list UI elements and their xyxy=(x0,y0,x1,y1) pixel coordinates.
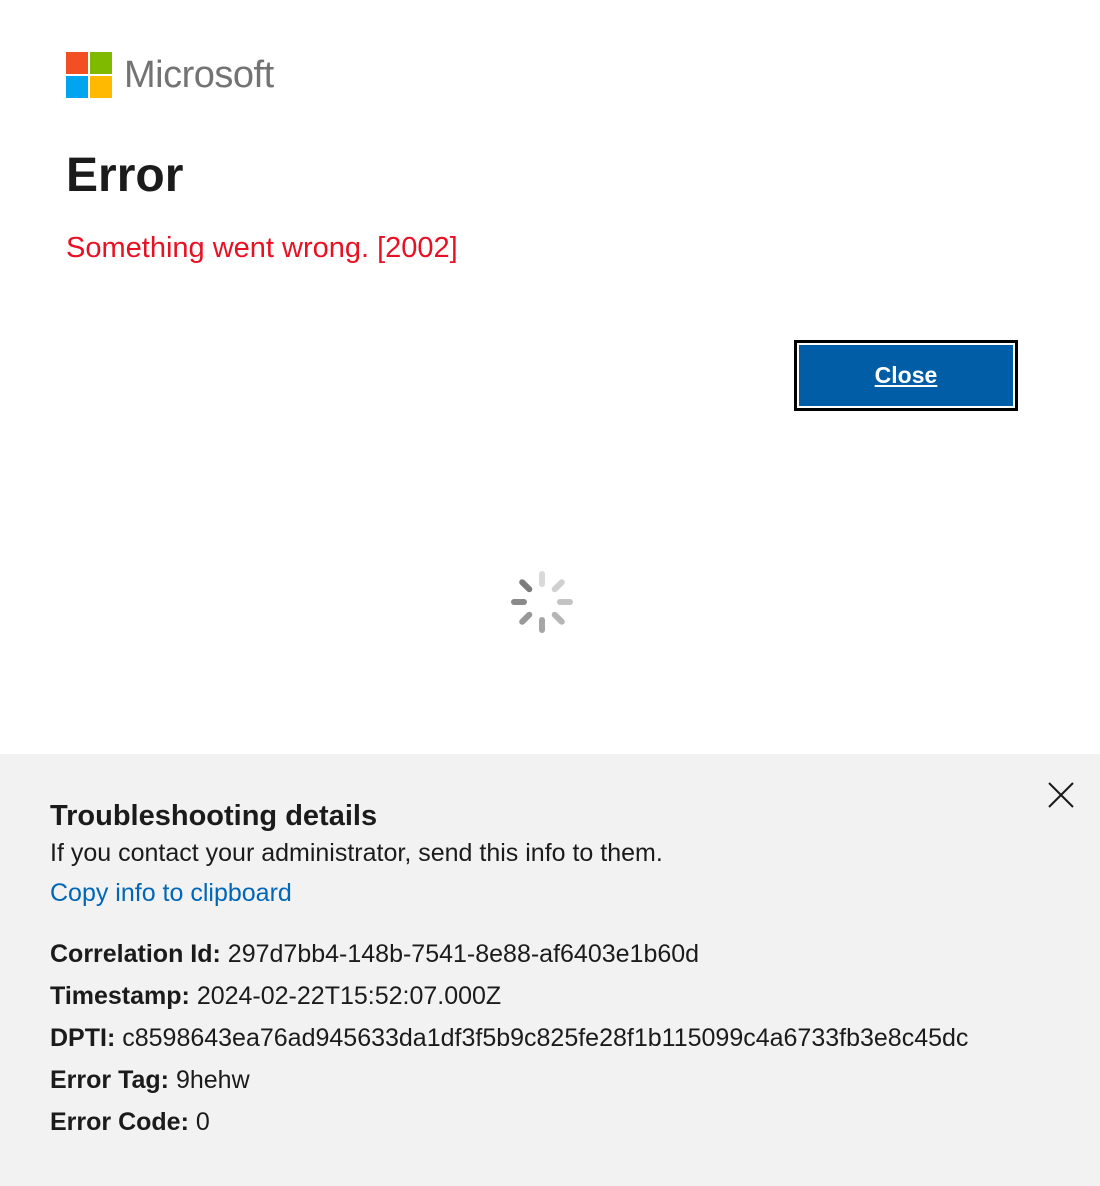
detail-label: Error Code: xyxy=(50,1108,189,1136)
detail-label: DPTI: xyxy=(50,1024,116,1052)
logo-text: Microsoft xyxy=(124,54,274,96)
page-title: Error xyxy=(66,149,184,202)
detail-value: 9hehw xyxy=(175,1066,250,1094)
troubleshooting-panel: Troubleshooting details If you contact y… xyxy=(0,754,1100,1186)
detail-value: 297d7bb4-148b-7541-8e88-af6403e1b60d xyxy=(227,940,700,968)
detail-value: 0 xyxy=(195,1108,210,1136)
detail-label: Timestamp: xyxy=(50,982,190,1010)
copy-info-link[interactable]: Copy info to clipboard xyxy=(50,877,292,909)
close-icon[interactable] xyxy=(1044,778,1078,812)
correlation-id-row: Correlation Id: 297d7bb4-148b-7541-8e88-… xyxy=(50,938,968,980)
close-button-label: Close xyxy=(799,345,1013,406)
detail-label: Error Tag: xyxy=(50,1066,169,1094)
details-list: Correlation Id: 297d7bb4-148b-7541-8e88-… xyxy=(50,938,968,1148)
detail-value: c8598643ea76ad945633da1df3f5b9c825fe28f1… xyxy=(122,1024,969,1052)
error-code-row: Error Code: 0 xyxy=(50,1106,968,1148)
error-message: Something went wrong. [2002] xyxy=(66,232,458,264)
error-tag-row: Error Tag: 9hehw xyxy=(50,1064,968,1106)
error-page: Microsoft Error Something went wrong. [2… xyxy=(0,0,1100,1186)
spinner-icon xyxy=(511,571,573,633)
close-button[interactable]: Close xyxy=(794,340,1018,411)
detail-label: Correlation Id: xyxy=(50,940,221,968)
microsoft-logo: Microsoft xyxy=(66,52,274,98)
troubleshooting-title: Troubleshooting details xyxy=(50,800,378,832)
timestamp-row: Timestamp: 2024-02-22T15:52:07.000Z xyxy=(50,980,968,1022)
troubleshooting-subtitle: If you contact your administrator, send … xyxy=(50,839,663,867)
dpti-row: DPTI: c8598643ea76ad945633da1df3f5b9c825… xyxy=(50,1022,968,1064)
microsoft-logo-icon xyxy=(66,52,112,98)
detail-value: 2024-02-22T15:52:07.000Z xyxy=(196,982,502,1010)
